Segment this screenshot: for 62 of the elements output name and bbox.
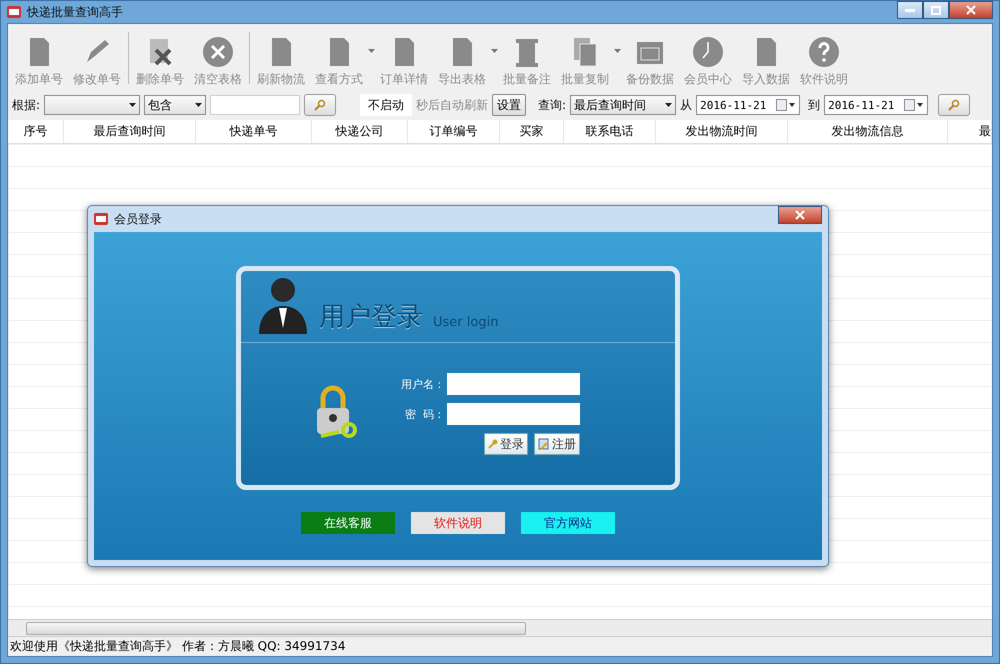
username-label: 用户名 : xyxy=(401,376,442,392)
clock-icon xyxy=(692,36,724,68)
from-date-field[interactable]: 2016-11-21 xyxy=(696,95,800,115)
auto-refresh-label: 秒后自动刷新 xyxy=(416,96,488,114)
column-header[interactable]: 最 xyxy=(948,120,992,143)
settings-button[interactable]: 设置 xyxy=(492,94,526,116)
basis-dropdown[interactable] xyxy=(44,95,140,115)
login-heading: 用户登录 xyxy=(319,301,423,334)
column-header[interactable]: 买家 xyxy=(500,120,564,143)
close-icon xyxy=(966,5,976,15)
app-icon xyxy=(7,6,21,18)
to-date-field[interactable]: 2016-11-21 xyxy=(824,95,928,115)
column-header[interactable]: 最后查询时间 xyxy=(64,120,196,143)
match-dropdown[interactable]: 包含 xyxy=(144,95,206,115)
column-header[interactable]: 订单编号 xyxy=(408,120,500,143)
login-subheading: User login xyxy=(433,315,498,330)
column-header[interactable]: 联系电话 xyxy=(564,120,656,143)
key-icon xyxy=(488,439,498,449)
password-label: 密 码 : xyxy=(405,406,442,422)
link-button[interactable]: 软件说明 xyxy=(411,512,505,534)
dropdown-arrow-icon xyxy=(195,103,202,107)
minimize-button[interactable] xyxy=(897,1,923,19)
app-icon xyxy=(94,213,108,225)
register-button[interactable]: 注册 xyxy=(534,433,580,455)
link-button[interactable]: 在线客服 xyxy=(301,512,395,534)
password-field[interactable] xyxy=(447,403,580,425)
close-icon xyxy=(795,210,805,220)
clear-icon xyxy=(202,36,234,68)
basis-label: 根据: xyxy=(12,96,40,114)
dropdown-arrow-icon xyxy=(665,103,672,107)
search-field[interactable] xyxy=(210,95,300,115)
search-button[interactable] xyxy=(304,94,336,116)
maximize-button[interactable] xyxy=(923,1,949,19)
from-label: 从 xyxy=(680,96,692,114)
horizontal-scrollbar[interactable] xyxy=(8,619,992,636)
search-icon xyxy=(314,99,326,111)
login-button[interactable]: 登录 xyxy=(484,433,528,455)
column-header[interactable]: 发出物流信息 xyxy=(788,120,948,143)
query-label: 查询: xyxy=(538,96,566,114)
window-title: 快递批量查询高手 xyxy=(27,4,123,20)
link-button[interactable]: 官方网站 xyxy=(521,512,615,534)
close-button[interactable] xyxy=(949,1,993,19)
pencil-note-icon xyxy=(538,438,550,450)
dialog-title: 会员登录 xyxy=(114,210,162,228)
calendar-dropdown-icon xyxy=(904,99,924,111)
maximize-icon xyxy=(931,6,941,14)
to-label: 到 xyxy=(808,96,820,114)
search-icon xyxy=(948,99,960,111)
username-field[interactable] xyxy=(447,373,580,395)
dropdown-arrow-icon xyxy=(129,103,136,107)
column-header[interactable]: 快递单号 xyxy=(196,120,312,143)
column-header[interactable]: 序号 xyxy=(8,120,64,143)
dialog-close-button[interactable] xyxy=(778,206,822,224)
column-header[interactable]: 发出物流时间 xyxy=(656,120,788,143)
minimize-icon xyxy=(905,8,915,12)
refresh-interval-field[interactable]: 不启动 xyxy=(360,94,412,116)
status-text: 欢迎使用《快递批量查询高手》 作者：方晨曦 QQ: 34991734 xyxy=(8,636,992,656)
calendar-dropdown-icon xyxy=(776,99,796,111)
help-icon xyxy=(808,36,840,68)
query-button[interactable] xyxy=(938,94,970,116)
query-dropdown[interactable]: 最后查询时间 xyxy=(570,95,676,115)
column-header[interactable]: 快递公司 xyxy=(312,120,408,143)
